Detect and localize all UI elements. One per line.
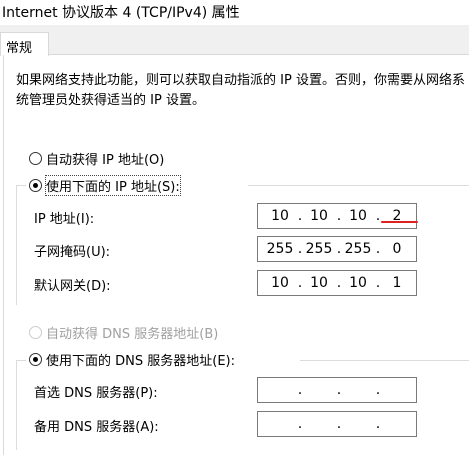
octet-separator: . [297, 241, 303, 257]
description-line-1: 如果网络支持此功能，则可以获取自动指派的 IP 设置。否则，你需要从网络系 [16, 73, 465, 88]
octet-1[interactable]: 10 [265, 275, 295, 291]
dns-field-input-0[interactable]: ... [257, 377, 417, 403]
ip-field-input-0[interactable]: 10 10 10 2... [257, 203, 417, 229]
dns-field-label-1: 备用 DNS 服务器(A): [34, 420, 159, 435]
octet-1[interactable]: 255 [265, 241, 295, 257]
dns-group-top-left [16, 360, 26, 361]
radio-auto-dns-label: 自动获得 DNS 服务器地址(B) [46, 327, 219, 342]
octet-3[interactable]: 255 [343, 241, 373, 257]
octet-1[interactable]: 10 [265, 208, 295, 224]
ip-field-label-0: IP 地址(I): [34, 212, 95, 227]
octet-separator: . [336, 416, 342, 432]
dns-field-input-1[interactable]: ... [257, 411, 417, 437]
radio-auto-ip-label[interactable]: 自动获得 IP 地址(O) [46, 149, 164, 168]
ip-field-label-1: 子网掩码(U): [34, 245, 111, 260]
octet-2[interactable]: 10 [304, 208, 334, 224]
octet-3[interactable]: 10 [343, 275, 373, 291]
octet-separator: . [297, 275, 303, 291]
radio-auto-ip[interactable] [29, 152, 42, 165]
description-line-2: 统管理员处获得适当的 IP 设置。 [16, 93, 205, 108]
radio-manual-dns[interactable] [29, 353, 42, 366]
radio-manual-ip-label[interactable]: 使用下面的 IP 地址(S): [45, 175, 181, 196]
ip-group-top-left [16, 185, 26, 186]
octet-separator: . [336, 382, 342, 398]
octet-2[interactable]: 255 [304, 241, 334, 257]
dns-group-top-right [300, 360, 469, 361]
dns-field-label-0: 首选 DNS 服务器(P): [34, 386, 158, 401]
octet-separator: . [297, 416, 303, 432]
ip-field-label-2: 默认网关(D): [34, 279, 111, 294]
octet-separator: . [375, 416, 381, 432]
octet-separator: . [375, 241, 381, 257]
ip-field-input-1[interactable]: 255 255 255 0... [257, 236, 417, 262]
octet-4[interactable]: 1 [382, 275, 412, 291]
radio-auto-dns [29, 326, 42, 339]
octet-separator: . [297, 382, 303, 398]
octet-separator: . [336, 241, 342, 257]
radio-manual-dns-label[interactable]: 使用下面的 DNS 服务器地址(E): [46, 350, 235, 369]
radio-manual-ip[interactable] [29, 179, 42, 192]
tab-general[interactable]: 常规 [0, 32, 49, 56]
window-title: Internet 协议版本 4 (TCP/IPv4) 属性 [2, 5, 240, 21]
octet-3[interactable]: 10 [343, 208, 373, 224]
ip-group-top-right [248, 185, 469, 186]
dns-group-border [16, 360, 17, 450]
tab-strip [0, 25, 469, 55]
octet-2[interactable]: 10 [304, 275, 334, 291]
red-underline-annotation [381, 221, 418, 223]
octet-4[interactable]: 0 [382, 241, 412, 257]
ip-field-input-2[interactable]: 10 10 10 1... [257, 270, 417, 296]
octet-separator: . [297, 208, 303, 224]
ip-group-border [16, 185, 17, 305]
octet-separator: . [336, 275, 342, 291]
octet-separator: . [375, 275, 381, 291]
octet-separator: . [336, 208, 342, 224]
octet-separator: . [375, 382, 381, 398]
